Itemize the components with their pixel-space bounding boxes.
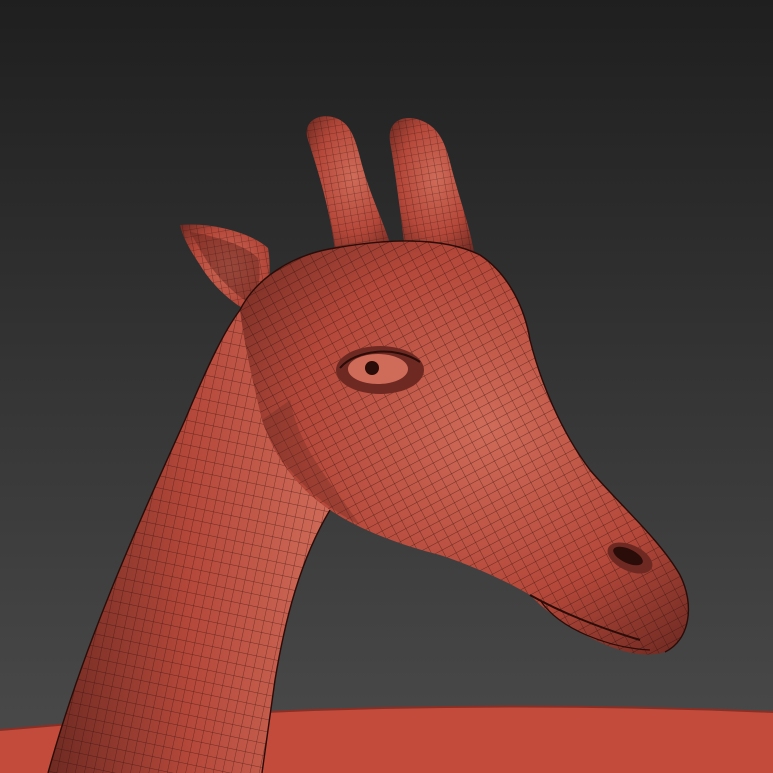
giraffe-eye xyxy=(336,346,424,394)
viewport-canvas[interactable] xyxy=(0,0,773,773)
3d-viewport[interactable] xyxy=(0,0,773,773)
